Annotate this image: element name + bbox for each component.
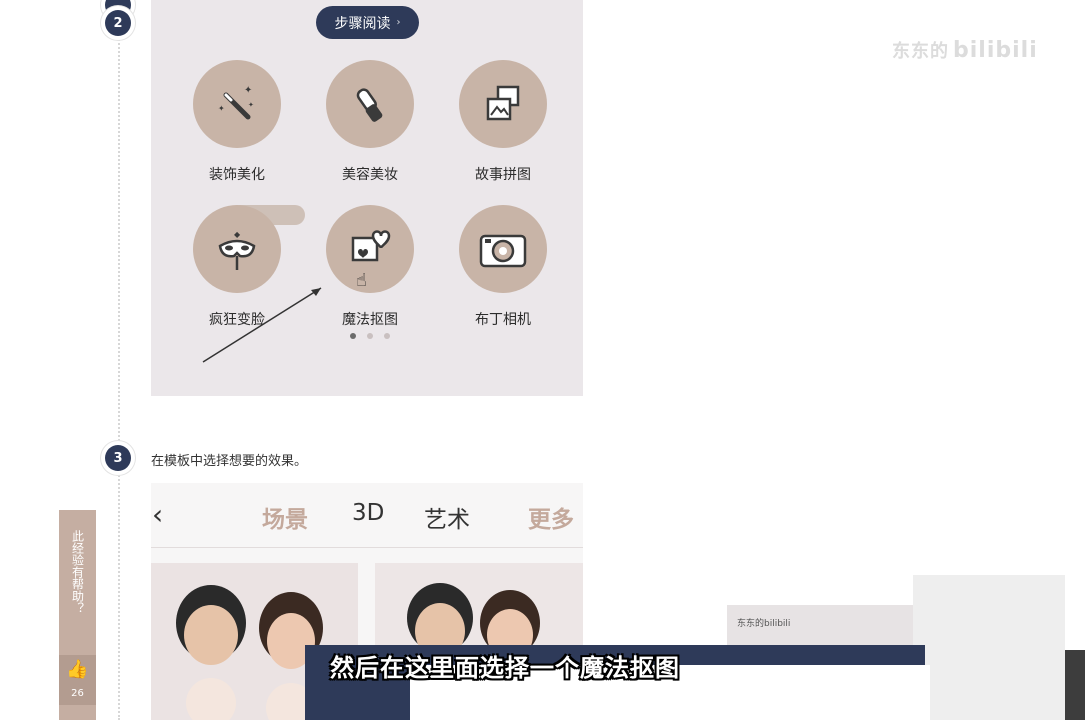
menu-item-magic-cutout[interactable]: 魔法抠图 [315, 205, 425, 329]
tab-more[interactable]: 更多 [528, 500, 574, 534]
thumbs-up-icon: 👍 [66, 659, 89, 680]
watermark-text: 东东的 [892, 41, 949, 62]
menu-label: 故事拼图 [475, 167, 531, 183]
svg-text:✦: ✦ [218, 104, 225, 113]
page-dot[interactable] [384, 333, 390, 339]
step-badge-3: 3 [105, 445, 131, 471]
chevron-right-icon: › [396, 17, 401, 28]
bilibili-logo: bilibili [953, 38, 1038, 63]
menu-label: 美容美妆 [342, 167, 398, 183]
back-arrow-icon[interactable]: ‹ [152, 498, 163, 531]
svg-text:✦: ✦ [248, 101, 254, 109]
video-edge-block [1065, 650, 1085, 720]
step-read-label: 步骤阅读 [334, 15, 391, 32]
menu-item-pudding-camera[interactable]: 布丁相机 [448, 205, 558, 329]
menu-label: 魔法抠图 [342, 312, 398, 328]
inset-label: 东东的bilibili [737, 619, 791, 629]
step-badge-2: 2 [105, 10, 131, 36]
photo-collage-icon [459, 60, 547, 148]
lipstick-icon [326, 60, 414, 148]
menu-label: 布丁相机 [475, 312, 531, 328]
video-caption: 然后在这里面选择一个魔法抠图 [330, 654, 680, 682]
video-overlay-block [913, 575, 1065, 720]
menu-item-decorate[interactable]: ✦ ✦ ✦ 装饰美化 [182, 60, 292, 184]
watermark: 东东的 bilibili [892, 37, 1038, 63]
page-indicator [350, 333, 390, 339]
tab-divider [151, 547, 583, 548]
hand-cursor-icon: ☝ [356, 270, 367, 291]
svg-text:✦: ✦ [244, 85, 252, 96]
tab-scene[interactable]: 场景 [262, 500, 308, 534]
timeline-line [118, 0, 120, 720]
step-instruction: 在模板中选择想要的效果。 [151, 454, 308, 469]
camera-icon [459, 205, 547, 293]
svg-text:◆: ◆ [234, 230, 241, 239]
menu-item-beauty[interactable]: 美容美妆 [315, 60, 425, 184]
feedback-question: 此经验有帮助？ [70, 530, 85, 614]
page-dot[interactable] [367, 333, 373, 339]
annotation-arrow-icon [202, 287, 322, 363]
like-count: 26 [71, 688, 84, 699]
step-read-button[interactable]: 步骤阅读 › [316, 6, 419, 39]
tab-art[interactable]: 艺术 [424, 500, 470, 534]
menu-item-collage[interactable]: 故事拼图 [448, 60, 558, 184]
page-dot[interactable] [350, 333, 356, 339]
menu-label: 装饰美化 [209, 167, 265, 183]
magic-wand-icon: ✦ ✦ ✦ [193, 60, 281, 148]
tab-3d[interactable]: 3D [352, 500, 384, 526]
heart-frame-icon [326, 205, 414, 293]
